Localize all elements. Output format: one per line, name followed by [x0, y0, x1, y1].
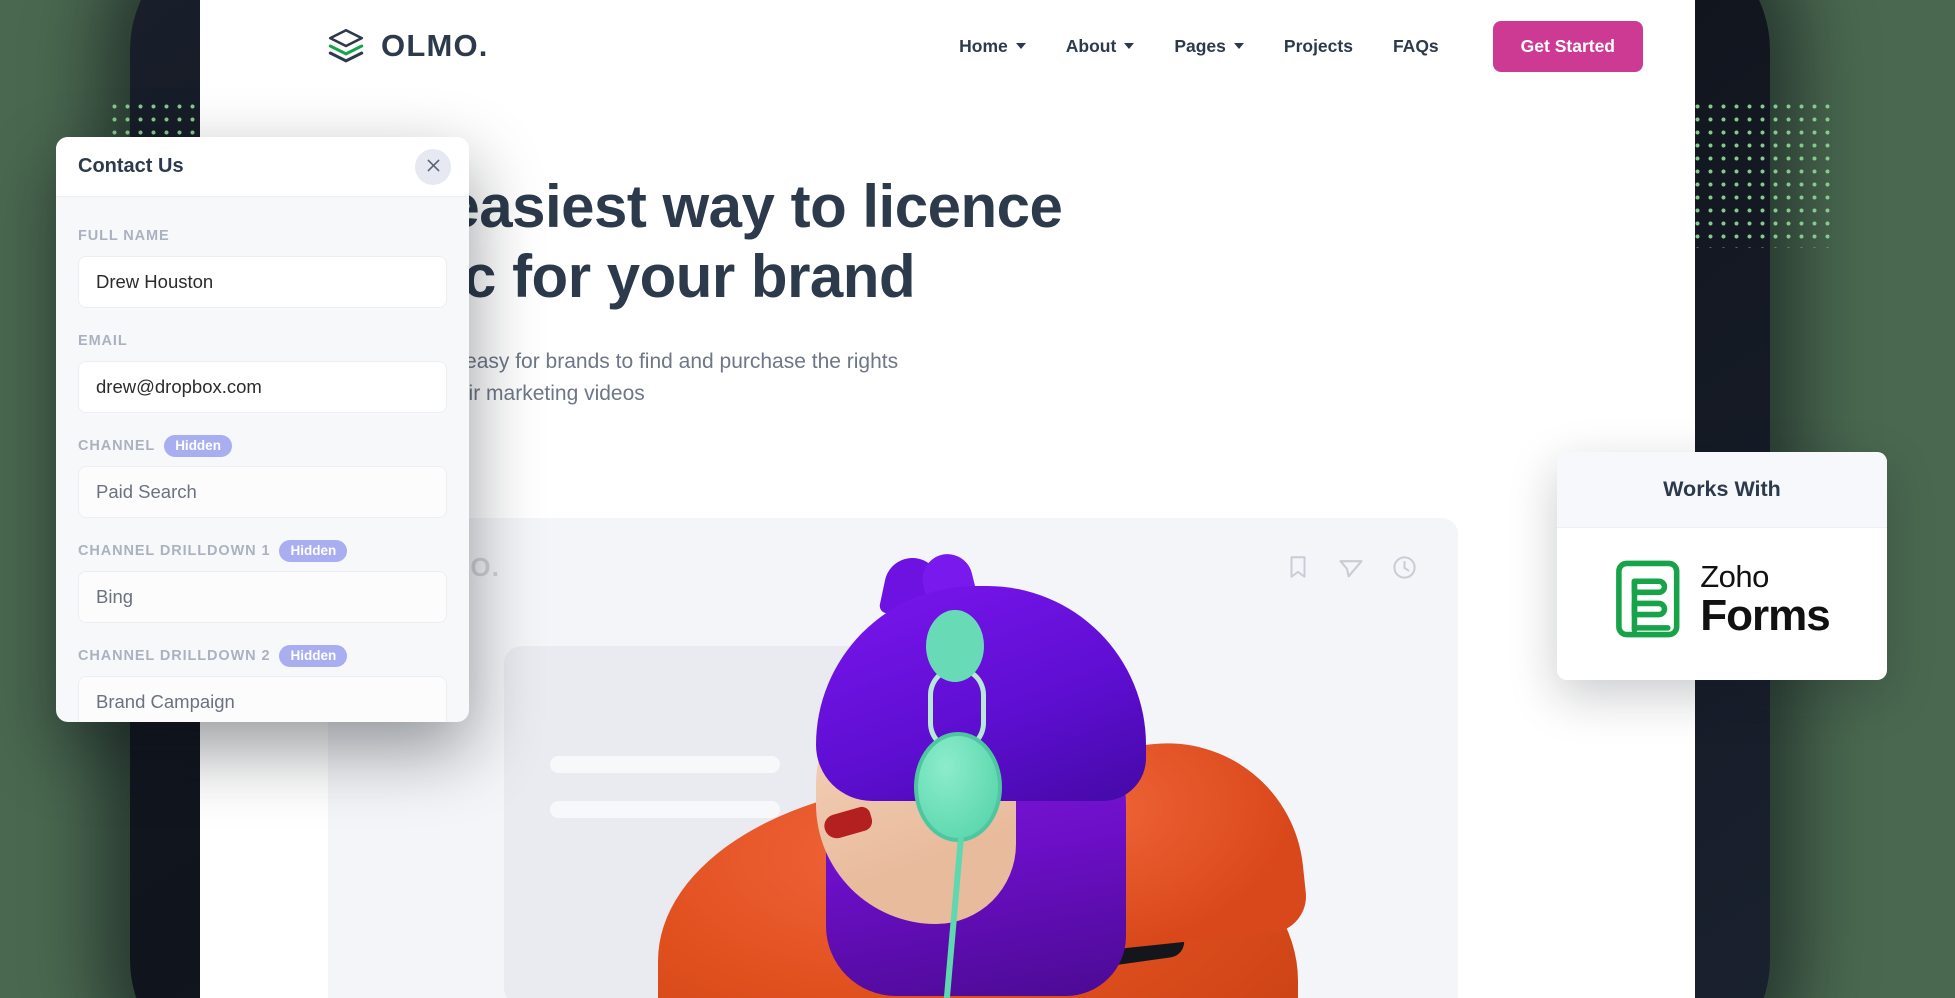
field-label-row: CHANNEL DRILLDOWN 2 Hidden	[78, 644, 447, 668]
navbar: OLMO. Home About Pages Projects FAQs Get…	[200, 0, 1695, 92]
nav-item-faqs[interactable]: FAQs	[1393, 36, 1439, 57]
zoho-word: Zoho	[1700, 558, 1769, 594]
nav-item-home[interactable]: Home	[959, 36, 1026, 57]
field-channel-drilldown-1: CHANNEL DRILLDOWN 1 Hidden	[78, 539, 447, 623]
mockup-content	[328, 548, 1458, 998]
field-label-channel-drilldown-2: CHANNEL DRILLDOWN 2	[78, 648, 271, 664]
works-with-header: Works With	[1557, 452, 1887, 528]
email-input[interactable]	[78, 361, 447, 413]
channel-drilldown-1-input[interactable]	[78, 571, 447, 623]
hero-photo	[628, 548, 1328, 998]
nav-links: Home About Pages Projects FAQs Get Start…	[959, 20, 1643, 72]
field-email: EMAIL	[78, 330, 447, 413]
send-icon[interactable]	[1337, 553, 1365, 581]
full-name-input[interactable]	[78, 256, 447, 308]
forms-word: Forms	[1700, 590, 1830, 640]
brand-logo[interactable]: OLMO.	[325, 25, 489, 67]
nav-item-home-label: Home	[959, 35, 1008, 56]
channel-drilldown-2-input[interactable]	[78, 676, 447, 722]
field-label-row: CHANNEL Hidden	[78, 434, 447, 458]
field-channel: CHANNEL Hidden	[78, 434, 447, 518]
works-with-title: Works With	[1663, 477, 1781, 501]
chevron-down-icon	[1124, 43, 1135, 49]
clock-icon[interactable]	[1391, 554, 1418, 581]
hidden-badge: Hidden	[279, 644, 348, 668]
modal-title: Contact Us	[78, 155, 184, 177]
hidden-badge: Hidden	[164, 434, 232, 458]
field-label-email: EMAIL	[78, 333, 128, 349]
nav-item-about-label: About	[1065, 35, 1117, 56]
field-full-name: FULL NAME	[78, 225, 447, 308]
zoho-forms-icon	[1614, 559, 1686, 639]
close-icon	[425, 157, 442, 177]
mockup-icon-group	[1285, 553, 1418, 581]
modal-body: FULL NAME EMAIL CHANNEL Hidden CHANNEL D…	[56, 197, 469, 722]
photo-headphone-top	[926, 610, 984, 682]
field-label-channel: CHANNEL	[78, 438, 156, 454]
field-label-channel-drilldown-1: CHANNEL DRILLDOWN 1	[78, 543, 271, 559]
modal-header: Contact Us	[56, 137, 469, 197]
brand-name: OLMO.	[381, 28, 489, 63]
photo-headphone-cup	[914, 732, 1002, 842]
bookmark-icon[interactable]	[1285, 554, 1311, 580]
field-label-row: FULL NAME	[78, 225, 447, 247]
nav-item-pages-label: Pages	[1174, 35, 1226, 56]
hidden-badge: Hidden	[279, 539, 348, 563]
field-label-row: CHANNEL DRILLDOWN 1 Hidden	[78, 539, 447, 563]
get-started-button[interactable]: Get Started	[1492, 20, 1643, 72]
channel-input[interactable]	[78, 466, 447, 518]
nav-item-projects-label: Projects	[1283, 35, 1353, 56]
nav-item-about[interactable]: About	[1066, 36, 1135, 57]
field-label-full-name: FULL NAME	[78, 228, 170, 244]
works-with-body: Zoho Forms	[1557, 528, 1887, 680]
olmo-layers-icon	[325, 25, 367, 67]
nav-item-faqs-label: FAQs	[1392, 35, 1439, 56]
works-with-card: Works With Zoho Forms	[1557, 452, 1887, 680]
nav-item-projects[interactable]: Projects	[1284, 36, 1353, 57]
chevron-down-icon	[1233, 43, 1244, 49]
field-channel-drilldown-2: CHANNEL DRILLDOWN 2 Hidden	[78, 644, 447, 722]
zoho-forms-wordmark: Zoho Forms	[1700, 558, 1830, 640]
product-mockup: OLMO.	[328, 518, 1458, 998]
chevron-down-icon	[1015, 43, 1026, 49]
nav-item-pages[interactable]: Pages	[1174, 36, 1244, 57]
contact-us-modal: Contact Us FULL NAME EMAIL CHANNEL	[56, 137, 469, 722]
close-button[interactable]	[415, 148, 451, 185]
field-label-row: EMAIL	[78, 330, 447, 352]
